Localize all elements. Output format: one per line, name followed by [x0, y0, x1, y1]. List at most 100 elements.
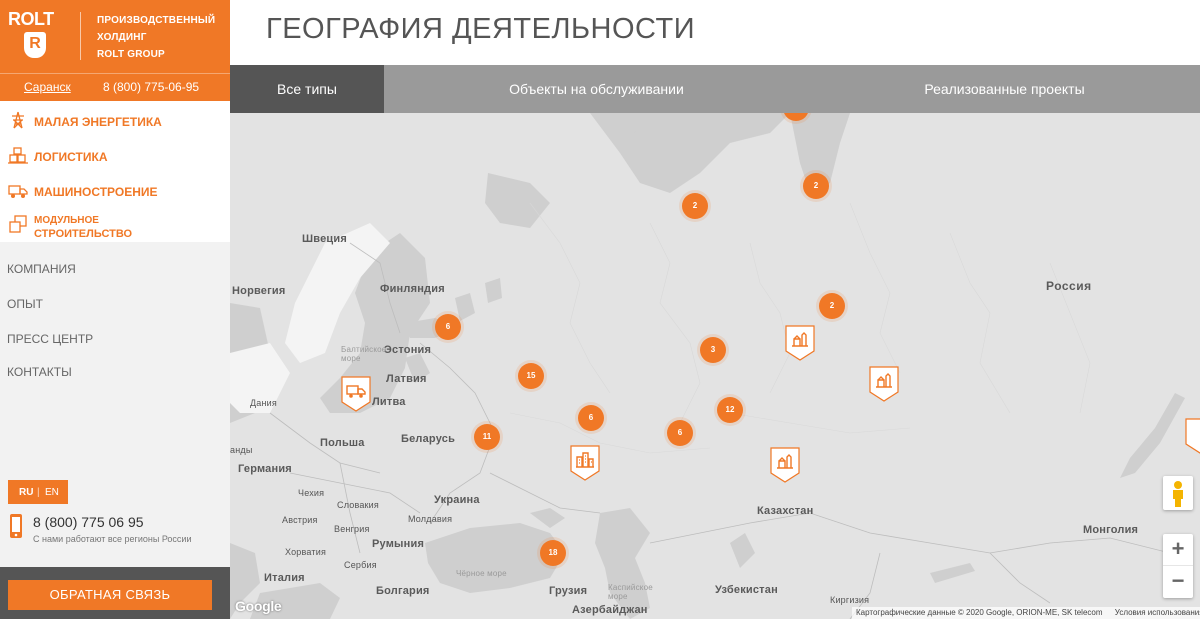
map-cluster[interactable]: 2: [803, 173, 829, 199]
place-serbia: Сербия: [344, 560, 377, 570]
truck-icon: [8, 185, 28, 198]
power-plant-icon[interactable]: [785, 325, 815, 361]
map-cluster[interactable]: 2: [682, 193, 708, 219]
place-sweden: Швеция: [302, 233, 347, 245]
division-energy[interactable]: МАЛАЯ ЭНЕРГЕТИКА: [0, 104, 230, 134]
google-logo[interactable]: Google: [235, 598, 282, 614]
zoom-in-button[interactable]: +: [1163, 534, 1193, 566]
tab-all-types[interactable]: Все типы: [230, 65, 384, 113]
lang-en[interactable]: EN: [45, 487, 59, 498]
menu-item-company[interactable]: КОМПАНИЯ: [7, 262, 76, 276]
menu-item-contacts[interactable]: КОНТАКТЫ: [7, 365, 72, 379]
place-austria: Австрия: [282, 515, 318, 525]
division-modular[interactable]: МОДУЛЬНОЕ СТРОИТЕЛЬСТВО: [0, 205, 230, 240]
tab-in-service[interactable]: Объекты на обслуживании: [384, 65, 809, 113]
brand-header: ROLT R ПРОИЗВОДСТВЕННЫЙ ХОЛДИНГ ROLT GRO…: [0, 0, 230, 73]
division-label: МОДУЛЬНОЕ: [34, 215, 99, 226]
brand-tagline: ПРОИЗВОДСТВЕННЫЙ ХОЛДИНГ ROLT GROUP: [97, 12, 215, 63]
place-netherlands: анды: [230, 445, 253, 455]
phone-block: 8 (800) 775 06 95 С нами работают все ре…: [8, 512, 223, 562]
place-lithuania: Литва: [372, 396, 406, 408]
feedback-button[interactable]: ОБРАТНАЯ СВЯЗЬ: [8, 580, 212, 610]
power-plant-icon[interactable]: [770, 447, 800, 483]
place-bulgaria: Болгария: [376, 585, 430, 597]
map-cluster[interactable]: 11: [474, 424, 500, 450]
place-denmark: Дания: [250, 398, 277, 408]
map[interactable]: Россия Швеция Норвегия Финляндия Эстония…: [230, 113, 1200, 619]
attribution-terms[interactable]: Условия использования: [1115, 608, 1200, 617]
tab-completed[interactable]: Реализованные проекты: [809, 65, 1200, 113]
type-tabs: Все типы Объекты на обслуживании Реализо…: [230, 65, 1200, 113]
map-attribution: Картографические данные © 2020 Google, O…: [852, 607, 1200, 619]
map-pin-partial[interactable]: [1185, 418, 1200, 454]
feedback-panel: ОБРАТНАЯ СВЯЗЬ: [0, 567, 230, 619]
division-logistics[interactable]: ЛОГИСТИКА: [0, 139, 230, 169]
logo-word: ROLT: [8, 9, 54, 29]
place-kazakhstan: Казахстан: [757, 505, 814, 517]
map-cluster[interactable]: 2: [819, 293, 845, 319]
page-title: ГЕОГРАФИЯ ДЕЯТЕЛЬНОСТИ: [266, 13, 696, 45]
lang-ru[interactable]: RU: [19, 487, 33, 498]
truck-icon[interactable]: [341, 376, 371, 412]
city-selector[interactable]: Саранск: [24, 80, 71, 94]
street-view-pegman-icon[interactable]: [1163, 476, 1193, 510]
factory-icon[interactable]: [570, 445, 600, 481]
divisions-nav: МАЛАЯ ЭНЕРГЕТИКА ЛОГИСТИКА МАШИНОСТРОЕНИ…: [0, 101, 230, 242]
power-tower-icon: [12, 111, 24, 129]
zoom-control: + −: [1163, 534, 1193, 598]
language-switcher: RU | EN: [8, 480, 68, 504]
place-azerbaijan: Азербайджан: [572, 604, 648, 616]
attribution-data[interactable]: Картографические данные © 2020 Google, O…: [856, 608, 1103, 617]
contact-bar: Саранск 8 (800) 775-06-95: [0, 73, 230, 101]
brand-divider: [80, 12, 81, 60]
menu-item-experience[interactable]: ОПЫТ: [7, 297, 43, 311]
place-poland: Польша: [320, 437, 365, 449]
tagline-line: ПРОИЗВОДСТВЕННЫЙ: [97, 15, 216, 26]
phone-note: С нами работают все регионы России: [33, 534, 192, 544]
division-label: МАШИНОСТРОЕНИЕ: [34, 185, 158, 199]
power-plant-icon[interactable]: [869, 366, 899, 402]
place-moldova: Молдавия: [408, 514, 453, 524]
place-russia: Россия: [1046, 279, 1092, 293]
place-norway: Норвегия: [232, 285, 286, 297]
place-romania: Румыния: [372, 538, 425, 550]
map-cluster[interactable]: 18: [540, 540, 566, 566]
place-latvia: Латвия: [386, 373, 427, 385]
map-cluster[interactable]: 6: [578, 405, 604, 431]
tagline-line: ХОЛДИНГ: [97, 32, 147, 43]
logo[interactable]: ROLT R: [8, 10, 64, 62]
map-cluster[interactable]: 12: [717, 397, 743, 423]
place-kyrgyzstan: Киргизия: [830, 595, 870, 605]
place-baltic-sea: Балтийское море: [341, 345, 387, 363]
zoom-out-button[interactable]: −: [1163, 566, 1193, 598]
place-croatia: Хорватия: [285, 547, 327, 557]
place-finland: Финляндия: [380, 283, 445, 295]
warehouse-icon: [8, 147, 28, 164]
place-italy: Италия: [264, 572, 305, 584]
logo-shield-icon: R: [24, 32, 46, 58]
map-cluster[interactable]: 3: [700, 337, 726, 363]
pegman-icon: [1173, 481, 1183, 507]
place-caspian-sea: Каспийское море: [608, 583, 653, 601]
tagline-line: ROLT GROUP: [97, 49, 165, 60]
place-ukraine: Украина: [434, 494, 480, 506]
division-label: МАЛАЯ ЭНЕРГЕТИКА: [34, 115, 162, 129]
place-germany: Германия: [238, 463, 292, 475]
mobile-phone-icon: [10, 514, 22, 538]
place-slovakia: Словакия: [337, 500, 379, 510]
map-cluster[interactable]: 6: [667, 420, 693, 446]
place-belarus: Беларусь: [401, 433, 456, 445]
app: ROLT R ПРОИЗВОДСТВЕННЫЙ ХОЛДИНГ ROLT GRO…: [0, 0, 1200, 619]
header-phone[interactable]: 8 (800) 775-06-95: [103, 80, 199, 94]
menu-item-press[interactable]: ПРЕСС ЦЕНТР: [7, 332, 93, 346]
map-cluster[interactable]: 15: [518, 363, 544, 389]
place-uzbekistan: Узбекистан: [715, 584, 778, 596]
division-engineering[interactable]: МАШИНОСТРОЕНИЕ: [0, 174, 230, 204]
modules-icon: [9, 215, 27, 233]
division-label: ЛОГИСТИКА: [34, 150, 108, 164]
place-hungary: Венгрия: [334, 524, 370, 534]
place-estonia: Эстония: [384, 344, 432, 356]
place-mongolia: Монголия: [1083, 524, 1139, 536]
phone-number[interactable]: 8 (800) 775 06 95: [33, 514, 144, 530]
map-cluster[interactable]: 6: [435, 314, 461, 340]
